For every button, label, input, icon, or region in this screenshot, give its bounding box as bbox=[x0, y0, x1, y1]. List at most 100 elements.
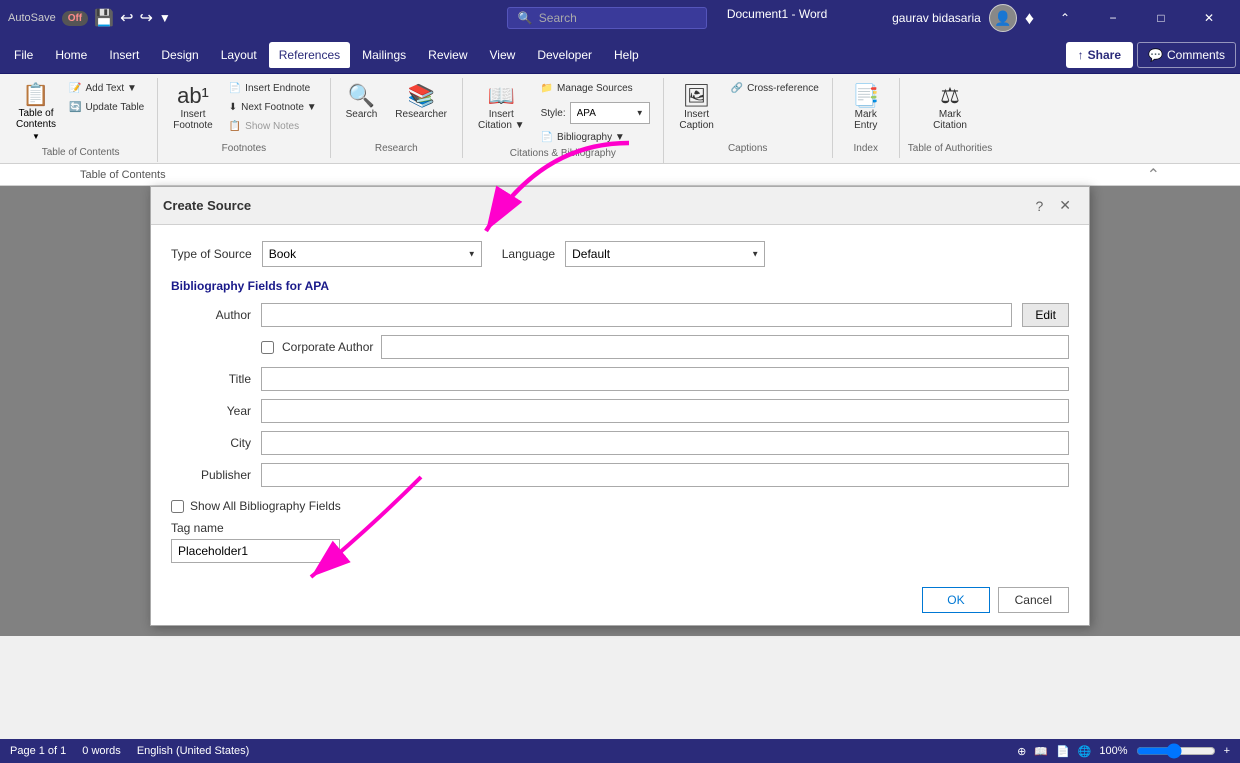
language-select[interactable]: Default English bbox=[565, 241, 765, 267]
undo-icon[interactable]: ↩ bbox=[120, 8, 133, 28]
captions-buttons: 🖼 InsertCaption 🔗 Cross-reference bbox=[672, 80, 824, 136]
author-input[interactable] bbox=[261, 303, 1012, 327]
corporate-author-row: Corporate Author bbox=[261, 335, 1069, 359]
mark-entry-button[interactable]: 📑 MarkEntry bbox=[841, 80, 891, 136]
title-row: Title bbox=[171, 367, 1069, 391]
search-icon: 🔍 bbox=[518, 11, 533, 25]
menu-design[interactable]: Design bbox=[151, 42, 208, 68]
autosave-toggle[interactable]: Off bbox=[62, 11, 88, 26]
print-view-icon[interactable]: 📄 bbox=[1056, 745, 1070, 758]
tag-input[interactable] bbox=[171, 539, 340, 563]
create-source-dialog: Create Source ? ✕ Type of Source Book J bbox=[150, 186, 1090, 626]
menu-mailings[interactable]: Mailings bbox=[352, 42, 416, 68]
manage-sources-button[interactable]: 📁 Manage Sources bbox=[536, 80, 655, 97]
zoom-slider[interactable] bbox=[1136, 743, 1216, 759]
author-edit-button[interactable]: Edit bbox=[1022, 303, 1069, 327]
insert-citation-button[interactable]: 📖 InsertCitation ▼ bbox=[471, 80, 532, 136]
mark-citation-button[interactable]: ⚖ MarkCitation bbox=[925, 80, 975, 136]
dialog-body: Type of Source Book Journal Article Web … bbox=[151, 225, 1089, 579]
citations-buttons: 📖 InsertCitation ▼ 📁 Manage Sources Styl… bbox=[471, 80, 655, 146]
toa-buttons: ⚖ MarkCitation bbox=[925, 80, 975, 136]
show-all-label: Show All Bibliography Fields bbox=[190, 499, 341, 513]
read-view-icon[interactable]: 📖 bbox=[1034, 745, 1048, 758]
menu-bar: File Home Insert Design Layout Reference… bbox=[0, 36, 1240, 74]
corporate-author-checkbox[interactable] bbox=[261, 341, 274, 354]
menu-file[interactable]: File bbox=[4, 42, 43, 68]
year-input[interactable] bbox=[261, 399, 1069, 423]
dialog-close-button[interactable]: ✕ bbox=[1053, 195, 1077, 216]
insert-caption-button[interactable]: 🖼 InsertCaption bbox=[672, 80, 722, 136]
researcher-icon: 📚 bbox=[407, 85, 434, 107]
show-notes-button[interactable]: 📋 Show Notes bbox=[224, 118, 322, 135]
search-btn-label: Search bbox=[346, 109, 378, 120]
insert-endnote-button[interactable]: 📄 Insert Endnote bbox=[224, 80, 322, 97]
ribbon-group-research: 🔍 Search 📚 Researcher Research bbox=[331, 78, 463, 158]
focus-icon[interactable]: ⊕ bbox=[1017, 745, 1026, 758]
zoom-in-icon[interactable]: + bbox=[1224, 745, 1230, 757]
search-button[interactable]: 🔍 Search bbox=[339, 80, 385, 125]
comment-icon: 💬 bbox=[1148, 48, 1163, 62]
bibliography-button[interactable]: 📄 Bibliography ▼ bbox=[536, 129, 655, 146]
table-of-contents-tab-label: Table of Contents bbox=[80, 169, 166, 181]
corporate-author-input[interactable] bbox=[381, 335, 1069, 359]
tag-name-label: Tag name bbox=[171, 521, 1069, 535]
ribbon: 📋 Table ofContents ▼ 📝 Add Text ▼ 🔄 Upda… bbox=[0, 74, 1240, 164]
style-select-wrapper[interactable]: APA MLA Chicago bbox=[570, 102, 650, 124]
menu-view[interactable]: View bbox=[480, 42, 526, 68]
show-all-checkbox[interactable] bbox=[171, 500, 184, 513]
update-table-icon: 🔄 bbox=[69, 102, 81, 113]
manage-sources-label: Manage Sources bbox=[557, 83, 633, 94]
toa-group-label: Table of Authorities bbox=[908, 141, 993, 154]
table-of-contents-button[interactable]: 📋 Table ofContents ▼ bbox=[12, 80, 60, 145]
menu-home[interactable]: Home bbox=[45, 42, 97, 68]
cross-reference-button[interactable]: 🔗 Cross-reference bbox=[726, 80, 824, 97]
toc-dropdown-icon: ▼ bbox=[32, 132, 40, 141]
type-of-source-select-wrapper[interactable]: Book Journal Article Web Site bbox=[262, 241, 482, 267]
bibliography-section-header: Bibliography Fields for APA bbox=[171, 279, 1069, 293]
city-input[interactable] bbox=[261, 431, 1069, 455]
ribbon-collapse-button[interactable]: ⌃ bbox=[1042, 0, 1088, 36]
menu-layout[interactable]: Layout bbox=[211, 42, 267, 68]
ribbon-group-toa: ⚖ MarkCitation Table of Authorities bbox=[900, 78, 1001, 158]
language-group: Language Default English bbox=[502, 241, 765, 267]
menu-help[interactable]: Help bbox=[604, 42, 649, 68]
comments-button[interactable]: 💬 Comments bbox=[1137, 42, 1236, 68]
bibliography-label: Bibliography ▼ bbox=[557, 132, 625, 143]
dialog-help-button[interactable]: ? bbox=[1029, 195, 1049, 216]
menu-developer[interactable]: Developer bbox=[527, 42, 602, 68]
ribbon-group-captions: 🖼 InsertCaption 🔗 Cross-reference Captio… bbox=[664, 78, 833, 158]
style-selector[interactable]: Style: APA MLA Chicago bbox=[536, 99, 655, 127]
insert-footnote-button[interactable]: ab¹ InsertFootnote bbox=[166, 80, 219, 136]
menu-references[interactable]: References bbox=[269, 42, 350, 68]
diamond-icon: ♦ bbox=[1025, 8, 1034, 29]
redo-icon[interactable]: ↪ bbox=[139, 8, 152, 28]
next-footnote-button[interactable]: ⬇ Next Footnote ▼ bbox=[224, 99, 322, 116]
update-table-label: Update Table bbox=[85, 102, 144, 113]
language-select-wrapper[interactable]: Default English bbox=[565, 241, 765, 267]
minimize-button[interactable]: − bbox=[1090, 0, 1136, 36]
language-info: English (United States) bbox=[137, 745, 250, 757]
researcher-button[interactable]: 📚 Researcher bbox=[388, 80, 454, 125]
menu-bar-right: ↑ Share 💬 Comments bbox=[1066, 42, 1236, 68]
customize-icon[interactable]: ▼ bbox=[159, 11, 171, 25]
menu-insert[interactable]: Insert bbox=[99, 42, 149, 68]
ruler-bar: Table of Contents ⌃ bbox=[0, 164, 1240, 186]
add-text-button[interactable]: 📝 Add Text ▼ bbox=[64, 80, 149, 97]
style-select[interactable]: APA MLA Chicago bbox=[570, 102, 650, 124]
research-buttons: 🔍 Search 📚 Researcher bbox=[339, 80, 454, 125]
cancel-button[interactable]: Cancel bbox=[998, 587, 1069, 613]
maximize-button[interactable]: □ bbox=[1138, 0, 1184, 36]
search-box[interactable]: 🔍 Search bbox=[507, 7, 707, 29]
collapse-ribbon-icon[interactable]: ⌃ bbox=[1147, 165, 1160, 185]
menu-review[interactable]: Review bbox=[418, 42, 477, 68]
title-input[interactable] bbox=[261, 367, 1069, 391]
web-view-icon[interactable]: 🌐 bbox=[1078, 745, 1092, 758]
type-of-source-select[interactable]: Book Journal Article Web Site bbox=[262, 241, 482, 267]
update-table-button[interactable]: 🔄 Update Table bbox=[64, 99, 149, 116]
ok-button[interactable]: OK bbox=[922, 587, 989, 613]
save-icon[interactable]: 💾 bbox=[94, 8, 114, 28]
close-button[interactable]: ✕ bbox=[1186, 0, 1232, 36]
show-notes-icon: 📋 bbox=[229, 121, 241, 132]
share-button[interactable]: ↑ Share bbox=[1066, 42, 1133, 68]
publisher-input[interactable] bbox=[261, 463, 1069, 487]
